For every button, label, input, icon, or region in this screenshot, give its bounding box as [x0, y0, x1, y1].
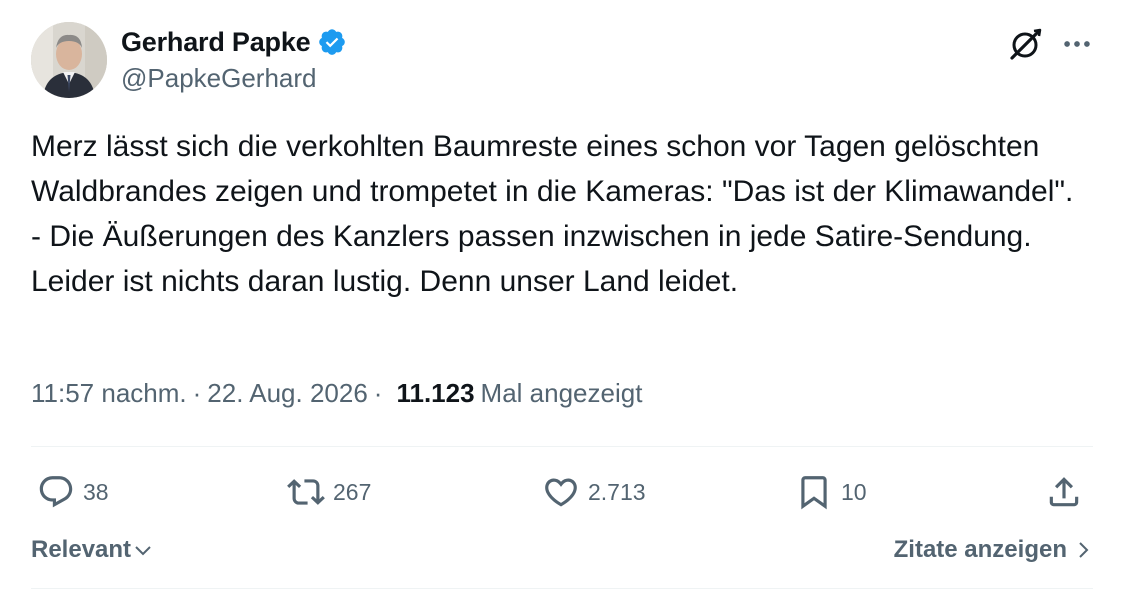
- bookmark-button[interactable]: 10: [795, 466, 867, 518]
- like-icon: [545, 478, 577, 507]
- chevron-down-icon: [135, 546, 151, 556]
- more-button[interactable]: [1055, 22, 1099, 66]
- reply-icon: [39, 476, 73, 508]
- author-name-row: Gerhard Papke: [121, 24, 347, 60]
- reply-button[interactable]: 38: [37, 466, 109, 518]
- bookmark-count: 10: [841, 478, 867, 505]
- tweet-actions: 38 267 2.713 10: [31, 466, 1093, 518]
- like-count: 2.713: [588, 478, 646, 505]
- repost-count: 267: [333, 478, 372, 505]
- meta-separator: ·: [192, 378, 202, 408]
- tweet-date[interactable]: 22. Aug. 2026: [207, 378, 367, 409]
- avatar[interactable]: [31, 22, 107, 98]
- sort-label: Relevant: [31, 536, 132, 563]
- divider: [31, 588, 1093, 589]
- reply-count: 38: [83, 478, 109, 505]
- author-handle[interactable]: @PapkeGerhard: [121, 63, 317, 94]
- more-icon: [1064, 41, 1090, 47]
- like-button[interactable]: 2.713: [542, 466, 646, 518]
- chevron-right-icon: [1079, 542, 1089, 558]
- share-icon: [1049, 477, 1079, 507]
- sort-dropdown[interactable]: Relevant: [31, 536, 153, 564]
- avatar-image: [31, 22, 107, 98]
- view-quotes-link[interactable]: Zitate anzeigen: [894, 536, 1093, 564]
- meta-separator: ·: [373, 378, 383, 408]
- tweet-meta: 11:57 nachm. · 22. Aug. 2026 · 11.123 Ma…: [31, 378, 642, 409]
- author-name[interactable]: Gerhard Papke: [121, 27, 311, 58]
- grok-icon: [1010, 28, 1042, 60]
- bookmark-icon: [801, 476, 827, 510]
- views-label: Mal angezeigt: [480, 378, 643, 408]
- tweet-time[interactable]: 11:57 nachm.: [31, 378, 187, 409]
- repost-icon: [287, 479, 325, 505]
- views-count: 11.123: [396, 378, 475, 408]
- quotes-label: Zitate anzeigen: [893, 536, 1067, 563]
- tweet-header: Gerhard Papke @PapkeGerhard: [31, 22, 1093, 102]
- verified-badge-icon[interactable]: [317, 27, 347, 57]
- share-button[interactable]: [1045, 466, 1083, 518]
- grok-button[interactable]: [1004, 22, 1048, 66]
- repost-button[interactable]: 267: [287, 466, 371, 518]
- divider: [31, 446, 1093, 447]
- tweet-text: Merz lässt sich die verkohlten Baumreste…: [31, 130, 1074, 298]
- tweet-footer: Relevant Zitate anzeigen: [31, 532, 1093, 572]
